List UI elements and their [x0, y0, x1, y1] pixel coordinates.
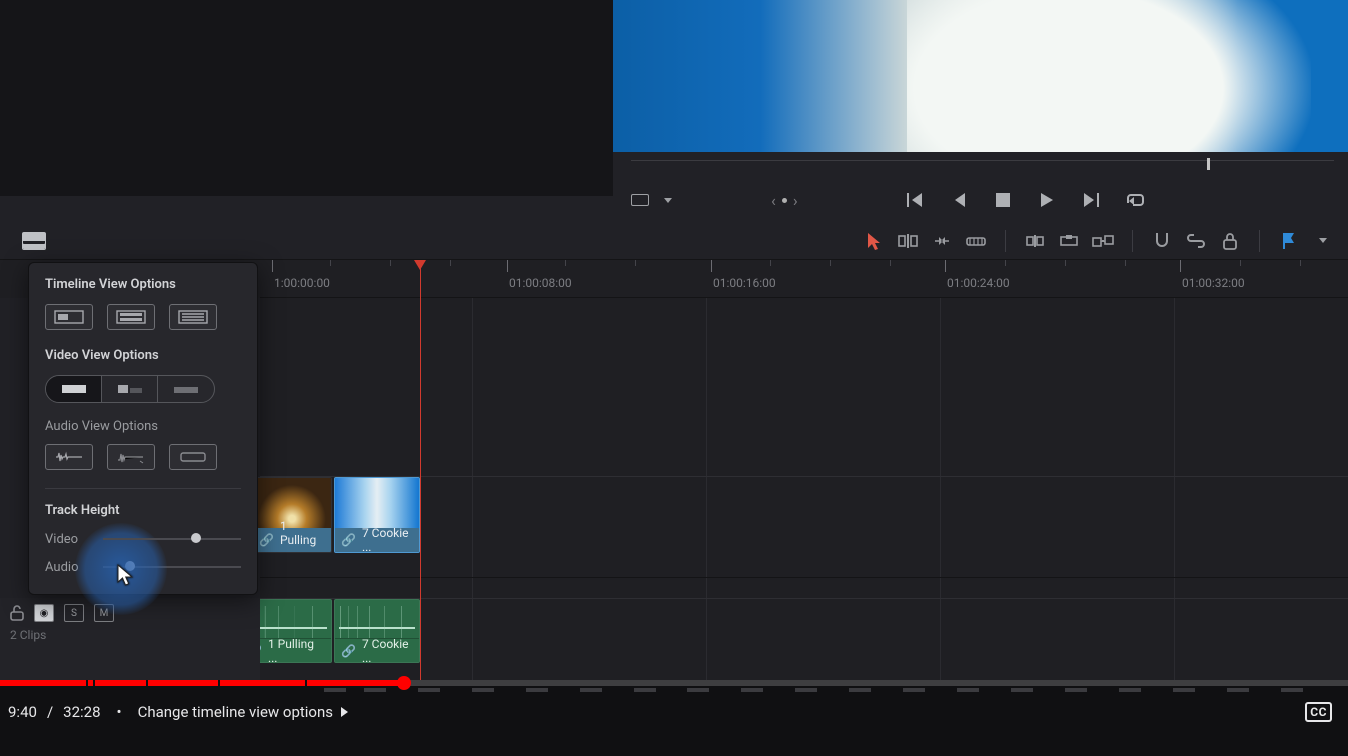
viewer-panel: ‹ › [613, 0, 1348, 222]
video-view-thumbnail[interactable] [102, 376, 158, 402]
step-back-icon[interactable] [948, 189, 970, 211]
chapter-title: Change timeline view options [138, 703, 333, 721]
play-icon[interactable] [1036, 189, 1058, 211]
clip-label: 7 Cookie ... [362, 526, 413, 553]
playhead[interactable] [420, 260, 421, 680]
toolbar-separator [1259, 230, 1260, 252]
video-player-controls: 9:40 / 32:28 • Change timeline view opti… [0, 680, 1348, 756]
mute-button[interactable]: M [94, 604, 114, 622]
selection-tool-icon[interactable] [863, 230, 885, 252]
clip-label: 7 Cookie ... [362, 637, 413, 664]
trim-tool-icon[interactable] [897, 230, 919, 252]
media-bin-panel [0, 0, 613, 222]
insert-clip-icon[interactable] [1024, 230, 1046, 252]
video-track: 🔗 1 Pulling ... 🔗 7 Cookie ... [260, 476, 1348, 578]
pager-next[interactable]: › [793, 191, 798, 210]
progress-watched [0, 680, 404, 686]
video-view-simple[interactable] [158, 376, 214, 402]
audio-view-waveform-full[interactable] [107, 444, 155, 470]
dynamic-trim-icon[interactable] [931, 230, 953, 252]
stop-icon[interactable] [992, 189, 1014, 211]
time-separator: / [47, 703, 53, 721]
replace-clip-icon[interactable] [1092, 230, 1114, 252]
cursor-icon [117, 564, 135, 588]
viewer-mode-button[interactable] [629, 189, 651, 211]
ruler-tick-label: 1:00:00:00 [274, 276, 330, 290]
media-bin-footer [0, 196, 613, 222]
ruler-tick-label: 01:00:24:00 [947, 276, 1010, 290]
track-body[interactable]: 🔗 1 Pulling ... 🔗 7 Cookie ... 🔗 1 Pulling … [260, 298, 1348, 680]
timeline-view-option-3[interactable] [169, 304, 217, 330]
solo-button[interactable]: S [64, 604, 84, 622]
ruler-tick-label: 01:00:16:00 [713, 276, 776, 290]
flag-caret[interactable] [1312, 230, 1334, 252]
popup-section-title: Track Height [45, 503, 241, 518]
scrub-marker[interactable] [1207, 158, 1210, 170]
total-time: 32:28 [63, 703, 100, 721]
lock-track-icon[interactable] [10, 605, 24, 621]
audio-slider-label: Audio [45, 560, 91, 575]
blade-tool-icon[interactable] [965, 230, 987, 252]
video-height-slider[interactable] [103, 530, 241, 548]
timeline-view-options-popup: Timeline View Options Video View Options… [28, 262, 258, 595]
audio-view-simple[interactable] [169, 444, 217, 470]
viewer-mode-caret[interactable] [657, 189, 679, 211]
video-clip[interactable]: 🔗 7 Cookie ... [334, 477, 420, 553]
bullet: • [117, 703, 122, 721]
popup-section-title: Video View Options [45, 348, 241, 363]
timeline-view-options-button[interactable] [22, 232, 46, 250]
video-slider-label: Video [45, 532, 91, 547]
video-view-filmstrip[interactable] [46, 376, 102, 402]
go-first-icon[interactable] [904, 189, 926, 211]
link-icon: 🔗 [259, 533, 274, 547]
progress-ticks [0, 688, 1348, 692]
preview-scrub-bar[interactable] [631, 160, 1334, 176]
clip-label: 1 Pulling ... [280, 519, 325, 553]
popup-section-title: Audio View Options [45, 419, 241, 434]
audio-track: 🔗 1 Pulling ... 🔗 7 Cookie ... [260, 598, 1348, 680]
link-icon[interactable] [1185, 230, 1207, 252]
toolbar-separator [1005, 230, 1006, 252]
timeline-toolbar [0, 222, 1348, 260]
pager-prev[interactable]: ‹ [771, 191, 776, 210]
audio-view-waveform[interactable] [45, 444, 93, 470]
toolbar-separator [1132, 230, 1133, 252]
snapping-icon[interactable] [1151, 230, 1173, 252]
video-view-segmented[interactable] [45, 375, 215, 403]
audio-clip[interactable]: 🔗 7 Cookie ... [334, 599, 420, 663]
overwrite-clip-icon[interactable] [1058, 230, 1080, 252]
elapsed-time: 9:40 [8, 703, 37, 721]
popup-divider [45, 488, 241, 489]
chapter-button[interactable]: Change timeline view options [138, 703, 348, 721]
timeline-view-option-1[interactable] [45, 304, 93, 330]
lock-icon[interactable] [1219, 230, 1241, 252]
go-last-icon[interactable] [1080, 189, 1102, 211]
pager-dot [782, 198, 787, 203]
timeline-view-option-2[interactable] [107, 304, 155, 330]
ruler-tick-label: 01:00:32:00 [1182, 276, 1245, 290]
ruler-tick-label: 01:00:08:00 [509, 276, 572, 290]
preview-frame [613, 0, 1348, 152]
track-enable-icon[interactable]: ◉ [34, 604, 54, 622]
viewer-pager[interactable]: ‹ › [771, 191, 798, 210]
track-clip-count: 2 Clips [10, 628, 250, 642]
loop-icon[interactable] [1124, 189, 1146, 211]
chevron-right-icon [341, 707, 348, 717]
audio-track-header: ◉ S M 2 Clips [0, 598, 260, 680]
link-icon: 🔗 [341, 533, 356, 547]
captions-button[interactable]: CC [1305, 702, 1332, 722]
progress-bar[interactable] [0, 680, 1348, 686]
clip-label: 1 Pulling ... [268, 637, 325, 664]
video-clip[interactable]: 🔗 1 Pulling ... [252, 477, 332, 553]
flag-icon[interactable] [1278, 230, 1300, 252]
popup-section-title: Timeline View Options [45, 277, 241, 292]
link-icon: 🔗 [341, 644, 356, 658]
